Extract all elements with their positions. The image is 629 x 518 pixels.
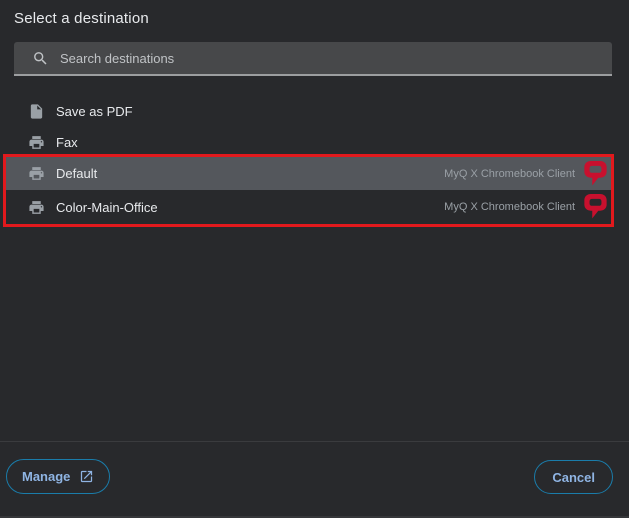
- print-destination-dialog: Select a destination Save as PDF Fax Def…: [0, 0, 629, 518]
- myq-logo-icon: [584, 161, 607, 187]
- destination-row-color-main-office[interactable]: Color-Main-Office MyQ X Chromebook Clien…: [6, 190, 613, 224]
- printer-icon: [28, 199, 45, 216]
- myq-logo-icon: [584, 194, 607, 220]
- search-bar[interactable]: [14, 42, 612, 76]
- destination-row-default[interactable]: Default MyQ X Chromebook Client: [6, 157, 613, 190]
- destination-label: Fax: [56, 135, 78, 150]
- destination-row-fax[interactable]: Fax: [6, 127, 613, 157]
- manage-button[interactable]: Manage: [6, 459, 110, 494]
- destination-label: Color-Main-Office: [56, 200, 158, 215]
- destination-secondary: MyQ X Chromebook Client: [444, 201, 575, 213]
- search-icon: [32, 50, 49, 67]
- destination-secondary: MyQ X Chromebook Client: [444, 168, 575, 180]
- document-icon: [28, 103, 45, 120]
- printer-icon: [28, 165, 45, 182]
- search-input[interactable]: [49, 42, 612, 74]
- destination-row-save-as-pdf[interactable]: Save as PDF: [6, 96, 613, 127]
- destination-label: Save as PDF: [56, 104, 133, 119]
- manage-label: Manage: [22, 469, 70, 484]
- open-in-new-icon: [79, 469, 94, 484]
- cancel-button[interactable]: Cancel: [534, 460, 613, 494]
- dialog-title: Select a destination: [14, 10, 149, 27]
- destination-label: Default: [56, 166, 97, 181]
- cancel-label: Cancel: [552, 470, 595, 485]
- printer-icon: [28, 134, 45, 151]
- footer-divider: [0, 441, 629, 442]
